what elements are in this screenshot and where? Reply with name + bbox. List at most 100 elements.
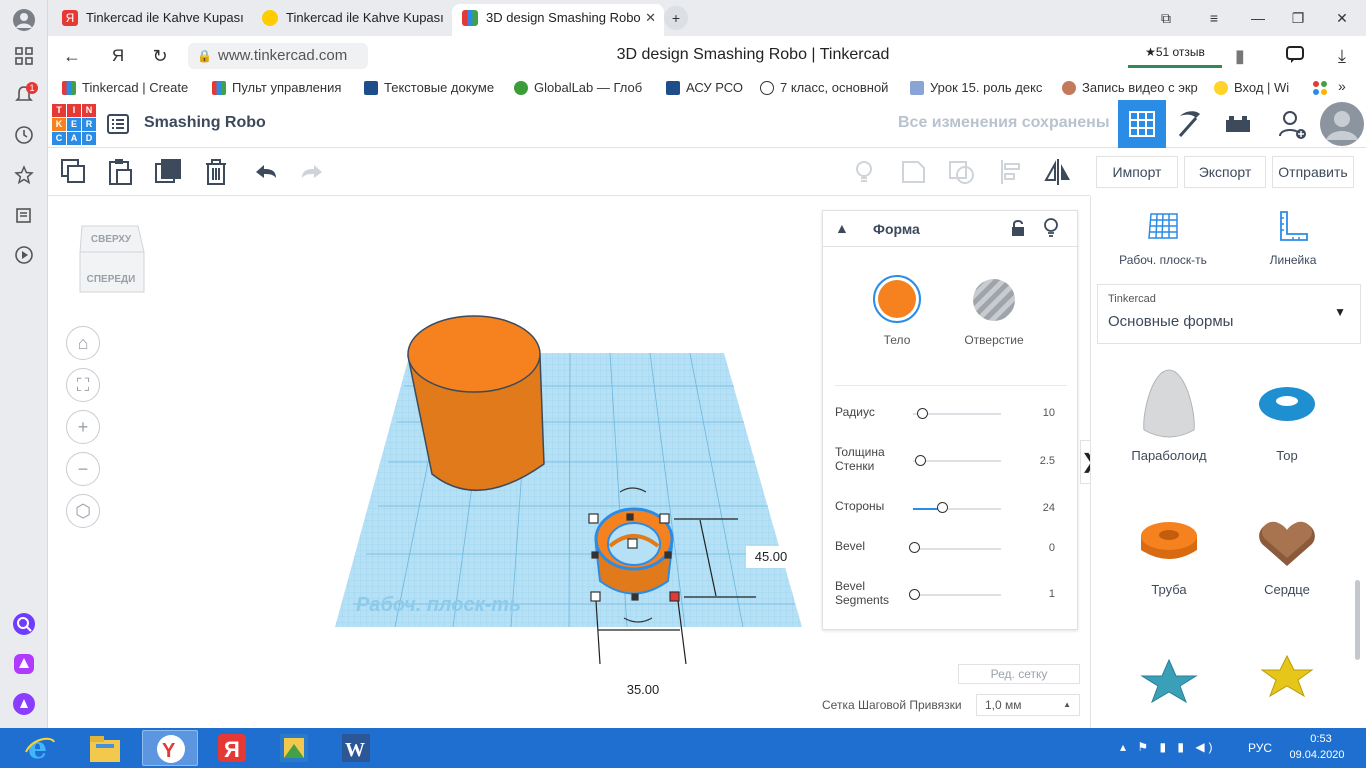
solid-option[interactable] [873, 275, 921, 323]
bookmark-item[interactable]: Пульт управления [212, 80, 341, 95]
duplicate-icon[interactable] [152, 156, 184, 188]
add-user-icon[interactable] [1268, 100, 1316, 148]
menu-icon[interactable]: ≡ [1202, 6, 1226, 30]
back-arrow-icon[interactable]: ← [60, 44, 84, 68]
alice-search-icon[interactable] [12, 612, 36, 636]
param-sides[interactable]: Стороны 24 [835, 499, 1067, 519]
delete-trash-icon[interactable] [200, 156, 232, 188]
profile-icon[interactable] [12, 8, 36, 32]
slider-knob[interactable] [937, 502, 948, 513]
redo-icon[interactable] [296, 156, 328, 188]
send-button[interactable]: Отправить [1272, 156, 1354, 188]
align-icon[interactable] [996, 156, 1028, 188]
messenger-icon[interactable] [12, 652, 36, 676]
slider-knob[interactable] [917, 408, 928, 419]
ruler-tool-button[interactable]: Линейка [1253, 208, 1333, 272]
notifications-icon[interactable]: 1 [12, 82, 38, 108]
bookmark-item[interactable]: 7 класс, основной [760, 80, 888, 95]
apps-grid-icon[interactable] [12, 46, 36, 70]
chat-icon[interactable] [1284, 44, 1308, 68]
param-radius[interactable]: Радиус 10 [835, 405, 1067, 425]
undo-icon[interactable] [250, 156, 282, 188]
services-icon[interactable] [1312, 80, 1328, 96]
workplane-tool-button[interactable]: Рабоч. плоск-ть [1115, 208, 1211, 272]
keyboard-language[interactable]: РУС [1248, 741, 1272, 755]
param-value[interactable]: 10 [1043, 407, 1055, 419]
param-wall-thickness[interactable]: Толщина Стенки 2.5 [835, 445, 1067, 475]
bookmark-tabs-icon[interactable]: ⧉ [1154, 6, 1178, 30]
slider-knob[interactable] [915, 455, 926, 466]
yandex-home-icon[interactable]: Я [106, 44, 130, 68]
slider-track[interactable] [913, 508, 1001, 510]
lock-icon[interactable] [1011, 219, 1025, 242]
collections-icon[interactable] [12, 204, 36, 228]
3d-view-button[interactable] [1118, 100, 1166, 148]
bricks-icon[interactable] [1214, 100, 1262, 148]
slider-track[interactable] [913, 460, 1001, 462]
param-value[interactable]: 24 [1043, 502, 1055, 514]
pickaxe-icon[interactable] [1166, 100, 1214, 148]
ungroup-icon[interactable] [946, 156, 978, 188]
bookmark-item[interactable]: Урок 15. роль декс [910, 80, 1042, 95]
group-icon[interactable] [898, 156, 930, 188]
more-bookmarks-icon[interactable]: » [1338, 78, 1346, 94]
new-tab-icon[interactable]: + [664, 6, 688, 30]
alice-assistant-icon[interactable] [12, 692, 36, 716]
media-play-icon[interactable] [12, 244, 36, 268]
snap-grid-select[interactable]: 1,0 мм ▲ [976, 694, 1080, 716]
copy-icon[interactable] [58, 156, 90, 188]
bookmark-item[interactable]: Текстовые докуме [364, 80, 494, 95]
slider-knob[interactable] [909, 589, 920, 600]
param-value[interactable]: 2.5 [1040, 455, 1055, 467]
mirror-icon[interactable] [1042, 156, 1074, 188]
import-button[interactable]: Импорт [1096, 156, 1178, 188]
library-scrollbar[interactable] [1355, 580, 1360, 660]
export-button[interactable]: Экспорт [1184, 156, 1266, 188]
slider-track[interactable] [913, 548, 1001, 550]
reviews-badge[interactable]: ★51 отзыв [1128, 42, 1222, 68]
param-bevel[interactable]: Bevel 0 [835, 539, 1067, 559]
minimize-icon[interactable]: — [1246, 6, 1270, 30]
edit-grid-button[interactable]: Ред. сетку [958, 664, 1080, 684]
tinkercad-logo[interactable]: T I N K E R C A D [52, 104, 96, 145]
close-tab-icon[interactable]: ✕ [645, 4, 656, 32]
lightbulb-icon[interactable] [848, 156, 880, 188]
slider-knob[interactable] [909, 542, 920, 553]
url-field[interactable]: 🔒 www.tinkercad.com [188, 43, 368, 69]
word-icon[interactable]: W [328, 730, 384, 766]
param-value[interactable]: 1 [1049, 588, 1055, 600]
slider-track[interactable] [913, 594, 1001, 596]
shape-tile-star-gold[interactable] [1227, 646, 1347, 716]
shape-tile-paraboloid[interactable]: Параболоид [1109, 362, 1229, 492]
param-value[interactable]: 0 [1049, 542, 1055, 554]
file-explorer-icon[interactable] [84, 730, 140, 766]
favorites-star-icon[interactable] [12, 164, 36, 188]
tab-3-active[interactable]: 3D design Smashing Robo ✕ [452, 4, 664, 36]
bookmark-item[interactable]: GlobalLab — Глоб [514, 80, 642, 95]
system-tray-icons[interactable]: ▴ ⚑ ▮ ▮ ◀) [1120, 740, 1217, 754]
hole-option[interactable] [973, 279, 1015, 321]
height-dimension-label[interactable]: 45.00 [746, 546, 796, 568]
design-list-icon[interactable] [106, 112, 130, 136]
bookmark-item[interactable]: Tinkercad | Create [62, 80, 188, 95]
paste-icon[interactable] [104, 156, 136, 188]
bookmark-item[interactable]: Вход | Wi [1214, 80, 1289, 95]
close-window-icon[interactable]: ✕ [1330, 6, 1354, 30]
yandex-browser-icon[interactable]: Y [142, 730, 198, 766]
paint-app-icon[interactable] [266, 730, 322, 766]
shape-tile-tube[interactable]: Труба [1109, 506, 1229, 636]
ie-icon[interactable]: e [22, 730, 78, 766]
bookmark-item[interactable]: АСУ РСО [666, 80, 743, 95]
restore-icon[interactable]: ❐ [1286, 6, 1310, 30]
clock-time[interactable]: 0:53 [1296, 733, 1346, 745]
library-dropdown[interactable]: Tinkercad Основные формы ▼ [1097, 284, 1361, 344]
tab-1[interactable]: Я Tinkercad ile Kahve Kupası [52, 4, 248, 36]
shape-tile-torus[interactable]: Тор [1227, 362, 1347, 492]
shape-tile-star-blue[interactable] [1109, 646, 1229, 716]
project-name[interactable]: Smashing Robo [144, 114, 266, 132]
shape-tile-heart[interactable]: Сердце [1227, 506, 1347, 636]
bookmark-item[interactable]: Запись видео с экр [1062, 80, 1198, 95]
bookmark-icon[interactable]: ▮ [1228, 44, 1252, 68]
user-avatar[interactable] [1318, 100, 1366, 148]
download-icon[interactable]: ⤓ [1330, 44, 1354, 68]
